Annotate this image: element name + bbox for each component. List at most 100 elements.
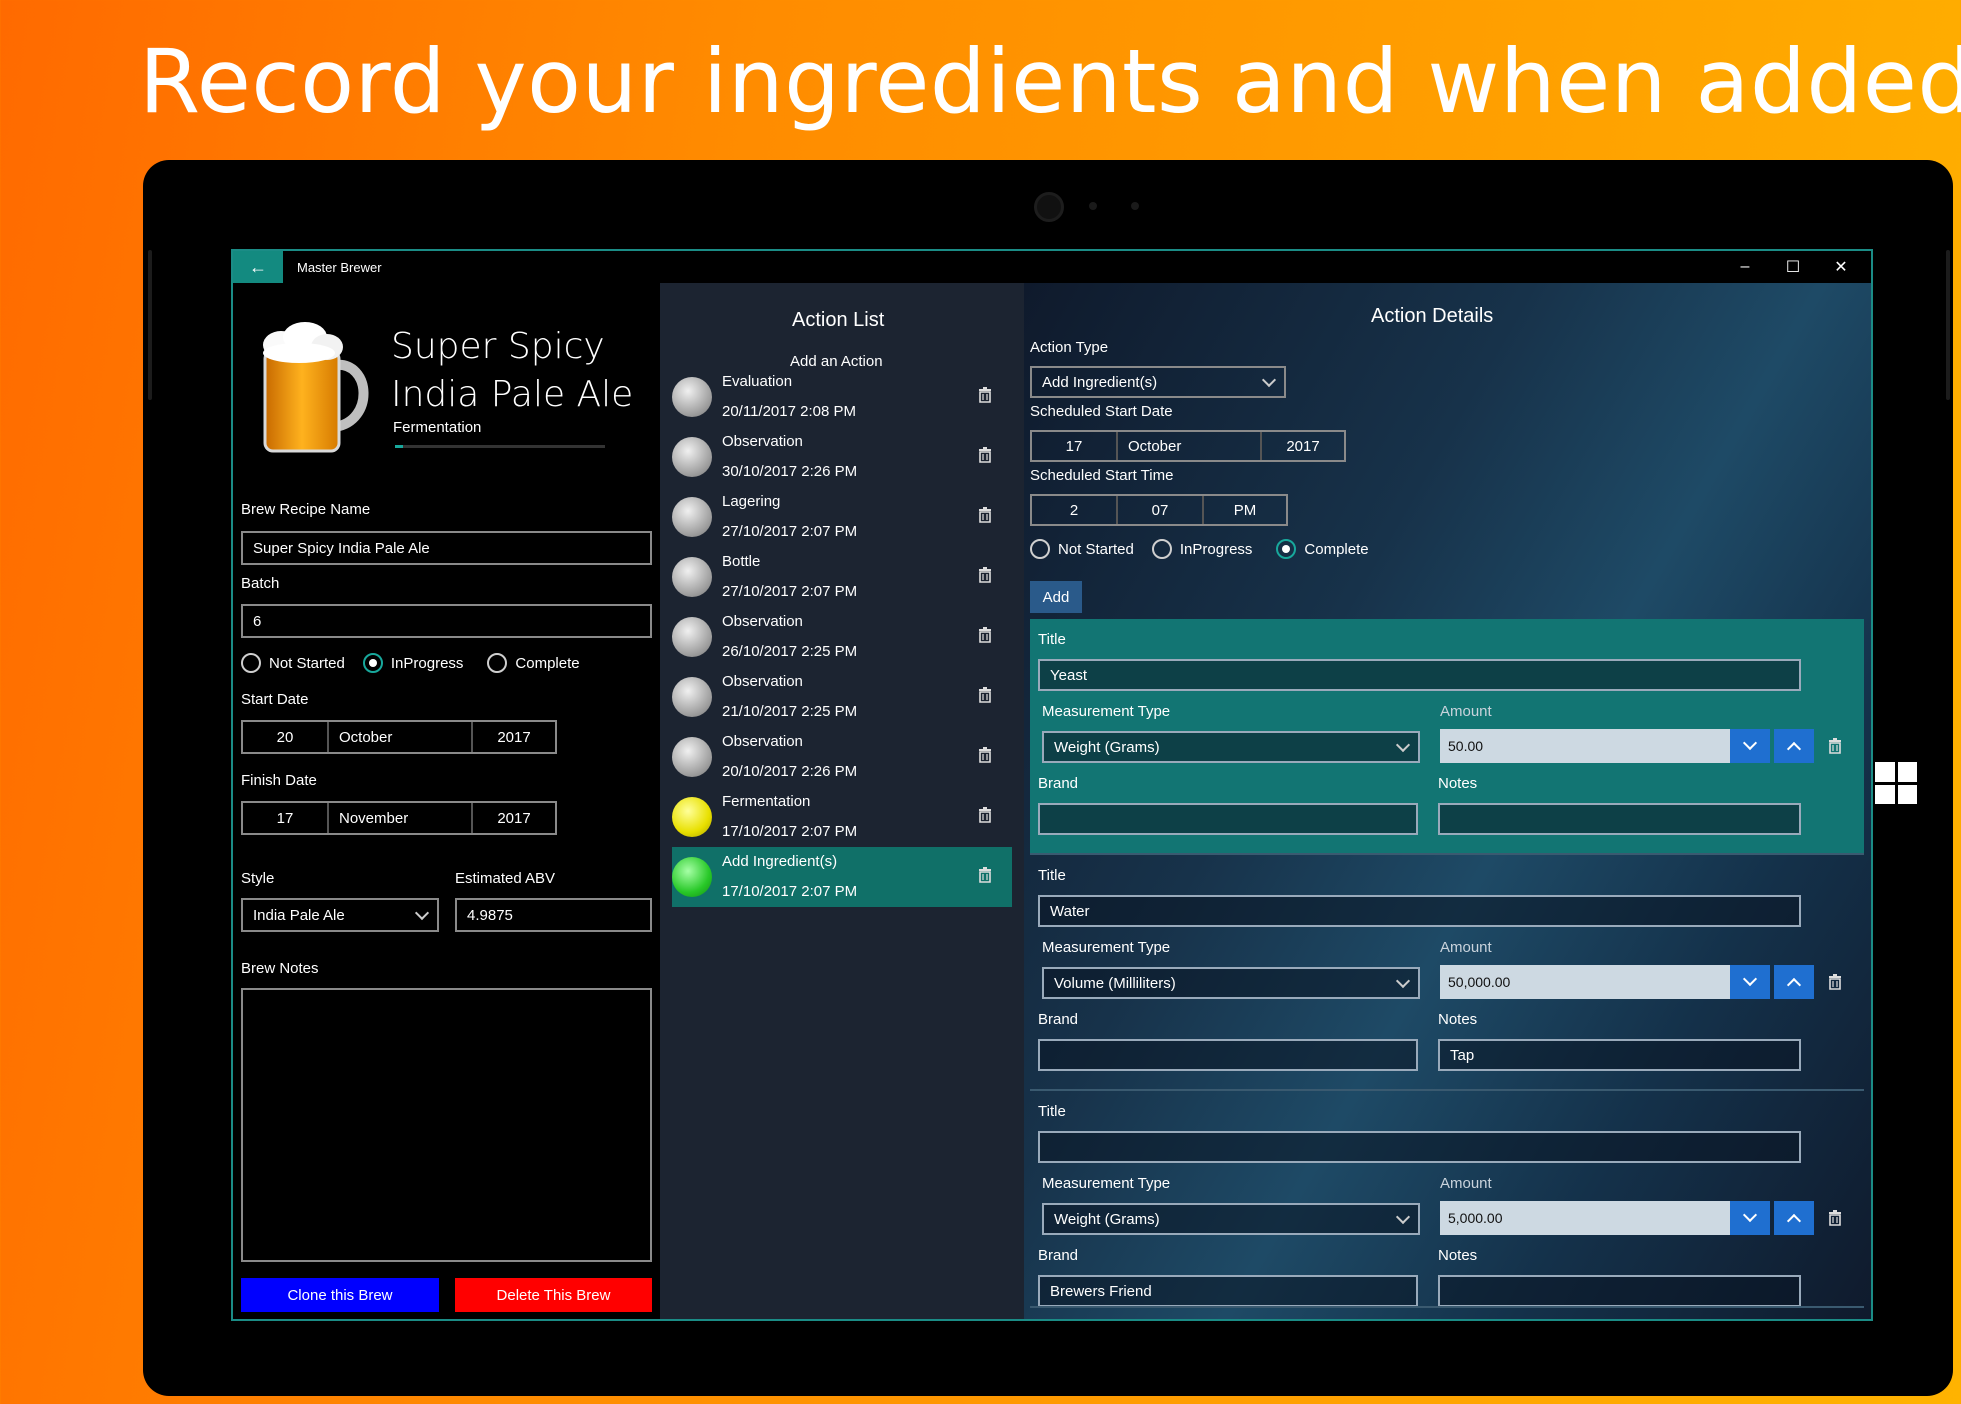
brand-input[interactable]: [1038, 803, 1418, 835]
trash-icon[interactable]: [978, 807, 992, 823]
radio-inprogress[interactable]: [362, 653, 383, 673]
trash-icon[interactable]: [1828, 974, 1842, 990]
ingredient-title-input[interactable]: [1038, 1131, 1801, 1163]
date-month[interactable]: November: [329, 803, 473, 833]
style-select[interactable]: India Pale Ale: [241, 898, 439, 932]
ingredient-title-input[interactable]: Yeast: [1038, 659, 1801, 691]
trash-icon[interactable]: [978, 687, 992, 703]
action-list-item[interactable]: Observation 21/10/2017 2:25 PM: [672, 667, 1012, 727]
trash-icon[interactable]: [978, 867, 992, 883]
action-text: Observation 20/10/2017 2:26 PM: [722, 727, 857, 787]
windows-logo-icon[interactable]: [1875, 762, 1917, 804]
date-year[interactable]: 2017: [1262, 432, 1344, 460]
action-list-item[interactable]: Observation 20/10/2017 2:26 PM: [672, 727, 1012, 787]
time-period[interactable]: PM: [1204, 496, 1286, 524]
time-minute[interactable]: 07: [1118, 496, 1204, 524]
radio-label: Not Started: [1058, 540, 1134, 558]
radio-complete[interactable]: [487, 653, 508, 673]
action-text: Bottle 27/10/2017 2:07 PM: [722, 547, 857, 607]
amount-input[interactable]: 50,000.00: [1440, 965, 1730, 999]
delete-brew-button[interactable]: Delete This Brew: [455, 1278, 652, 1312]
measurement-type-select[interactable]: Weight (Grams): [1042, 1203, 1420, 1235]
amount-decrease-button[interactable]: [1730, 1201, 1770, 1235]
date-day[interactable]: 17: [243, 803, 329, 833]
sensor-dot: [1089, 202, 1097, 210]
abv-input[interactable]: 4.9875: [455, 898, 652, 932]
date-month[interactable]: October: [1118, 432, 1262, 460]
notes-input[interactable]: [1438, 803, 1801, 835]
amount-label: Amount: [1440, 939, 1492, 956]
trash-icon[interactable]: [1828, 738, 1842, 754]
brew-notes-textarea[interactable]: [241, 988, 652, 1262]
ingredient-card: Title Water Measurement Type Volume (Millil…: [1030, 855, 1864, 1089]
brand-input[interactable]: Brewers Friend: [1038, 1275, 1418, 1307]
status-orb-icon: [672, 377, 712, 417]
date-day[interactable]: 17: [1032, 432, 1118, 460]
amount-input[interactable]: 50.00: [1440, 729, 1730, 763]
minimize-button[interactable]: –: [1721, 251, 1769, 283]
action-text: Fermentation 17/10/2017 2:07 PM: [722, 787, 857, 847]
action-list-item[interactable]: Fermentation 17/10/2017 2:07 PM: [672, 787, 1012, 847]
finish-date-picker[interactable]: 17 November 2017: [241, 801, 557, 835]
action-date: 27/10/2017 2:07 PM: [722, 583, 858, 600]
action-list-item[interactable]: Observation 30/10/2017 2:26 PM: [672, 427, 1012, 487]
amount-decrease-button[interactable]: [1730, 965, 1770, 999]
trash-icon[interactable]: [1828, 1210, 1842, 1226]
batch-input[interactable]: 6: [241, 604, 652, 638]
radio-inprogress[interactable]: [1151, 539, 1172, 559]
action-list-item[interactable]: Lagering 27/10/2017 2:07 PM: [672, 487, 1012, 547]
start-date-picker[interactable]: 20 October 2017: [241, 720, 557, 754]
action-date: 26/10/2017 2:25 PM: [722, 643, 858, 660]
amount-decrease-button[interactable]: [1730, 729, 1770, 763]
trash-icon[interactable]: [978, 567, 992, 583]
measurement-type-label: Measurement Type: [1042, 703, 1171, 720]
action-list-item[interactable]: Observation 26/10/2017 2:25 PM: [672, 607, 1012, 667]
amount-increase-button[interactable]: [1774, 729, 1814, 763]
tablet-side-button: [148, 250, 152, 400]
measurement-type-select[interactable]: Volume (Milliliters): [1042, 967, 1420, 999]
back-button[interactable]: ←: [233, 251, 283, 283]
notes-input[interactable]: Tap: [1438, 1039, 1801, 1071]
chevron-down-icon: [1395, 737, 1411, 752]
trash-icon[interactable]: [978, 447, 992, 463]
time-hour[interactable]: 2: [1032, 496, 1118, 524]
action-list-item[interactable]: Bottle 27/10/2017 2:07 PM: [672, 547, 1012, 607]
close-button[interactable]: ✕: [1817, 251, 1865, 283]
recipe-name-input[interactable]: Super Spicy India Pale Ale: [241, 531, 652, 565]
amount-increase-button[interactable]: [1774, 1201, 1814, 1235]
scheduled-date-picker[interactable]: 17 October 2017: [1030, 430, 1346, 462]
date-year[interactable]: 2017: [473, 803, 555, 833]
amount-label: Amount: [1440, 703, 1492, 720]
chevron-up-icon: [1786, 1213, 1802, 1229]
amount-input[interactable]: 5,000.00: [1440, 1201, 1730, 1235]
trash-icon[interactable]: [978, 387, 992, 403]
maximize-button[interactable]: ☐: [1769, 251, 1817, 283]
add-ingredient-button[interactable]: Add: [1030, 581, 1082, 613]
radio-complete[interactable]: [1276, 539, 1297, 559]
brew-notes-label: Brew Notes: [241, 960, 319, 977]
action-list-item[interactable]: Evaluation 20/11/2017 2:08 PM: [672, 367, 1012, 427]
batch-label: Batch: [241, 575, 280, 592]
date-day[interactable]: 20: [243, 722, 329, 752]
amount-increase-button[interactable]: [1774, 965, 1814, 999]
headline: Record your ingredients and when added: [139, 30, 1961, 133]
trash-icon[interactable]: [978, 507, 992, 523]
notes-input[interactable]: [1438, 1275, 1801, 1307]
radio-not-started[interactable]: [1030, 539, 1050, 559]
chevron-up-icon: [1786, 741, 1802, 757]
measurement-type-select[interactable]: Weight (Grams): [1042, 731, 1420, 763]
date-month[interactable]: October: [329, 722, 473, 752]
radio-not-started[interactable]: [241, 653, 261, 673]
action-list-item[interactable]: Add Ingredient(s) 17/10/2017 2:07 PM: [672, 847, 1012, 907]
trash-icon[interactable]: [978, 747, 992, 763]
action-text: Observation 26/10/2017 2:25 PM: [722, 607, 857, 667]
chevron-down-icon: [1395, 1209, 1411, 1224]
date-year[interactable]: 2017: [473, 722, 555, 752]
clone-brew-button[interactable]: Clone this Brew: [241, 1278, 439, 1312]
trash-icon[interactable]: [978, 627, 992, 643]
brand-input[interactable]: [1038, 1039, 1418, 1071]
start-date-label: Start Date: [241, 691, 309, 708]
action-type-select[interactable]: Add Ingredient(s): [1030, 366, 1286, 398]
scheduled-time-picker[interactable]: 2 07 PM: [1030, 494, 1288, 526]
ingredient-title-input[interactable]: Water: [1038, 895, 1801, 927]
